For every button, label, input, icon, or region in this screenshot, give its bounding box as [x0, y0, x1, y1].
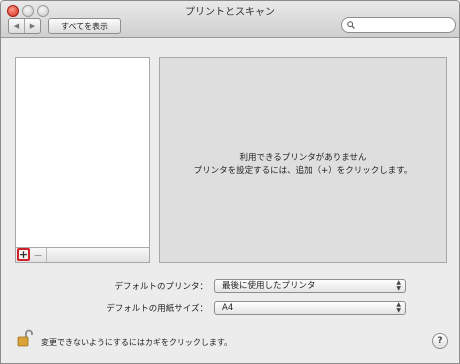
forward-button[interactable]: ▶	[24, 19, 40, 33]
printer-list-controls: + −	[15, 248, 150, 263]
search-field[interactable]	[341, 17, 456, 33]
default-printer-value: 最後に使用したプリンタ	[222, 281, 316, 291]
default-paper-row: デフォルトの用紙サイズ： A4 ▲ ▼	[1, 301, 459, 315]
search-icon	[347, 21, 355, 29]
default-paper-label: デフォルトの用紙サイズ：	[106, 304, 208, 314]
default-paper-popup[interactable]: A4 ▲ ▼	[214, 301, 406, 315]
help-button[interactable]: ?	[432, 333, 448, 349]
show-all-button[interactable]: すべてを表示	[48, 18, 121, 34]
title-bar: プリントとスキャン ◀ ▶ すべてを表示	[1, 1, 459, 38]
navigation-buttons: ◀ ▶	[8, 18, 41, 34]
printer-list[interactable]	[15, 57, 150, 248]
lock-icon[interactable]	[17, 329, 33, 347]
lock-message: 変更できないようにするにはカギをクリックします。	[41, 338, 233, 347]
window-title: プリントとスキャン	[185, 7, 275, 18]
remove-printer-button[interactable]: −	[30, 248, 47, 262]
add-printer-instructions: プリンタを設定するには、追加（+）をクリックします。	[193, 166, 413, 176]
popup-arrows-icon: ▲ ▼	[396, 279, 401, 292]
back-button[interactable]: ◀	[9, 19, 24, 33]
default-printer-popup[interactable]: 最後に使用したプリンタ ▲ ▼	[214, 279, 406, 293]
default-printer-label: デフォルトのプリンタ：	[114, 282, 208, 292]
printer-detail-panel: 利用できるプリンタがありません プリンタを設定するには、追加（+）をクリックしま…	[159, 57, 447, 263]
default-printer-row: デフォルトのプリンタ： 最後に使用したプリンタ ▲ ▼	[1, 279, 459, 293]
add-printer-button[interactable]: +	[17, 248, 30, 261]
popup-arrows-icon: ▲ ▼	[396, 301, 401, 314]
default-paper-value: A4	[222, 303, 234, 313]
print-scan-window: プリントとスキャン ◀ ▶ すべてを表示 + − 利用できるプリンタがありません…	[0, 0, 460, 364]
no-printers-message: 利用できるプリンタがありません	[239, 153, 367, 163]
